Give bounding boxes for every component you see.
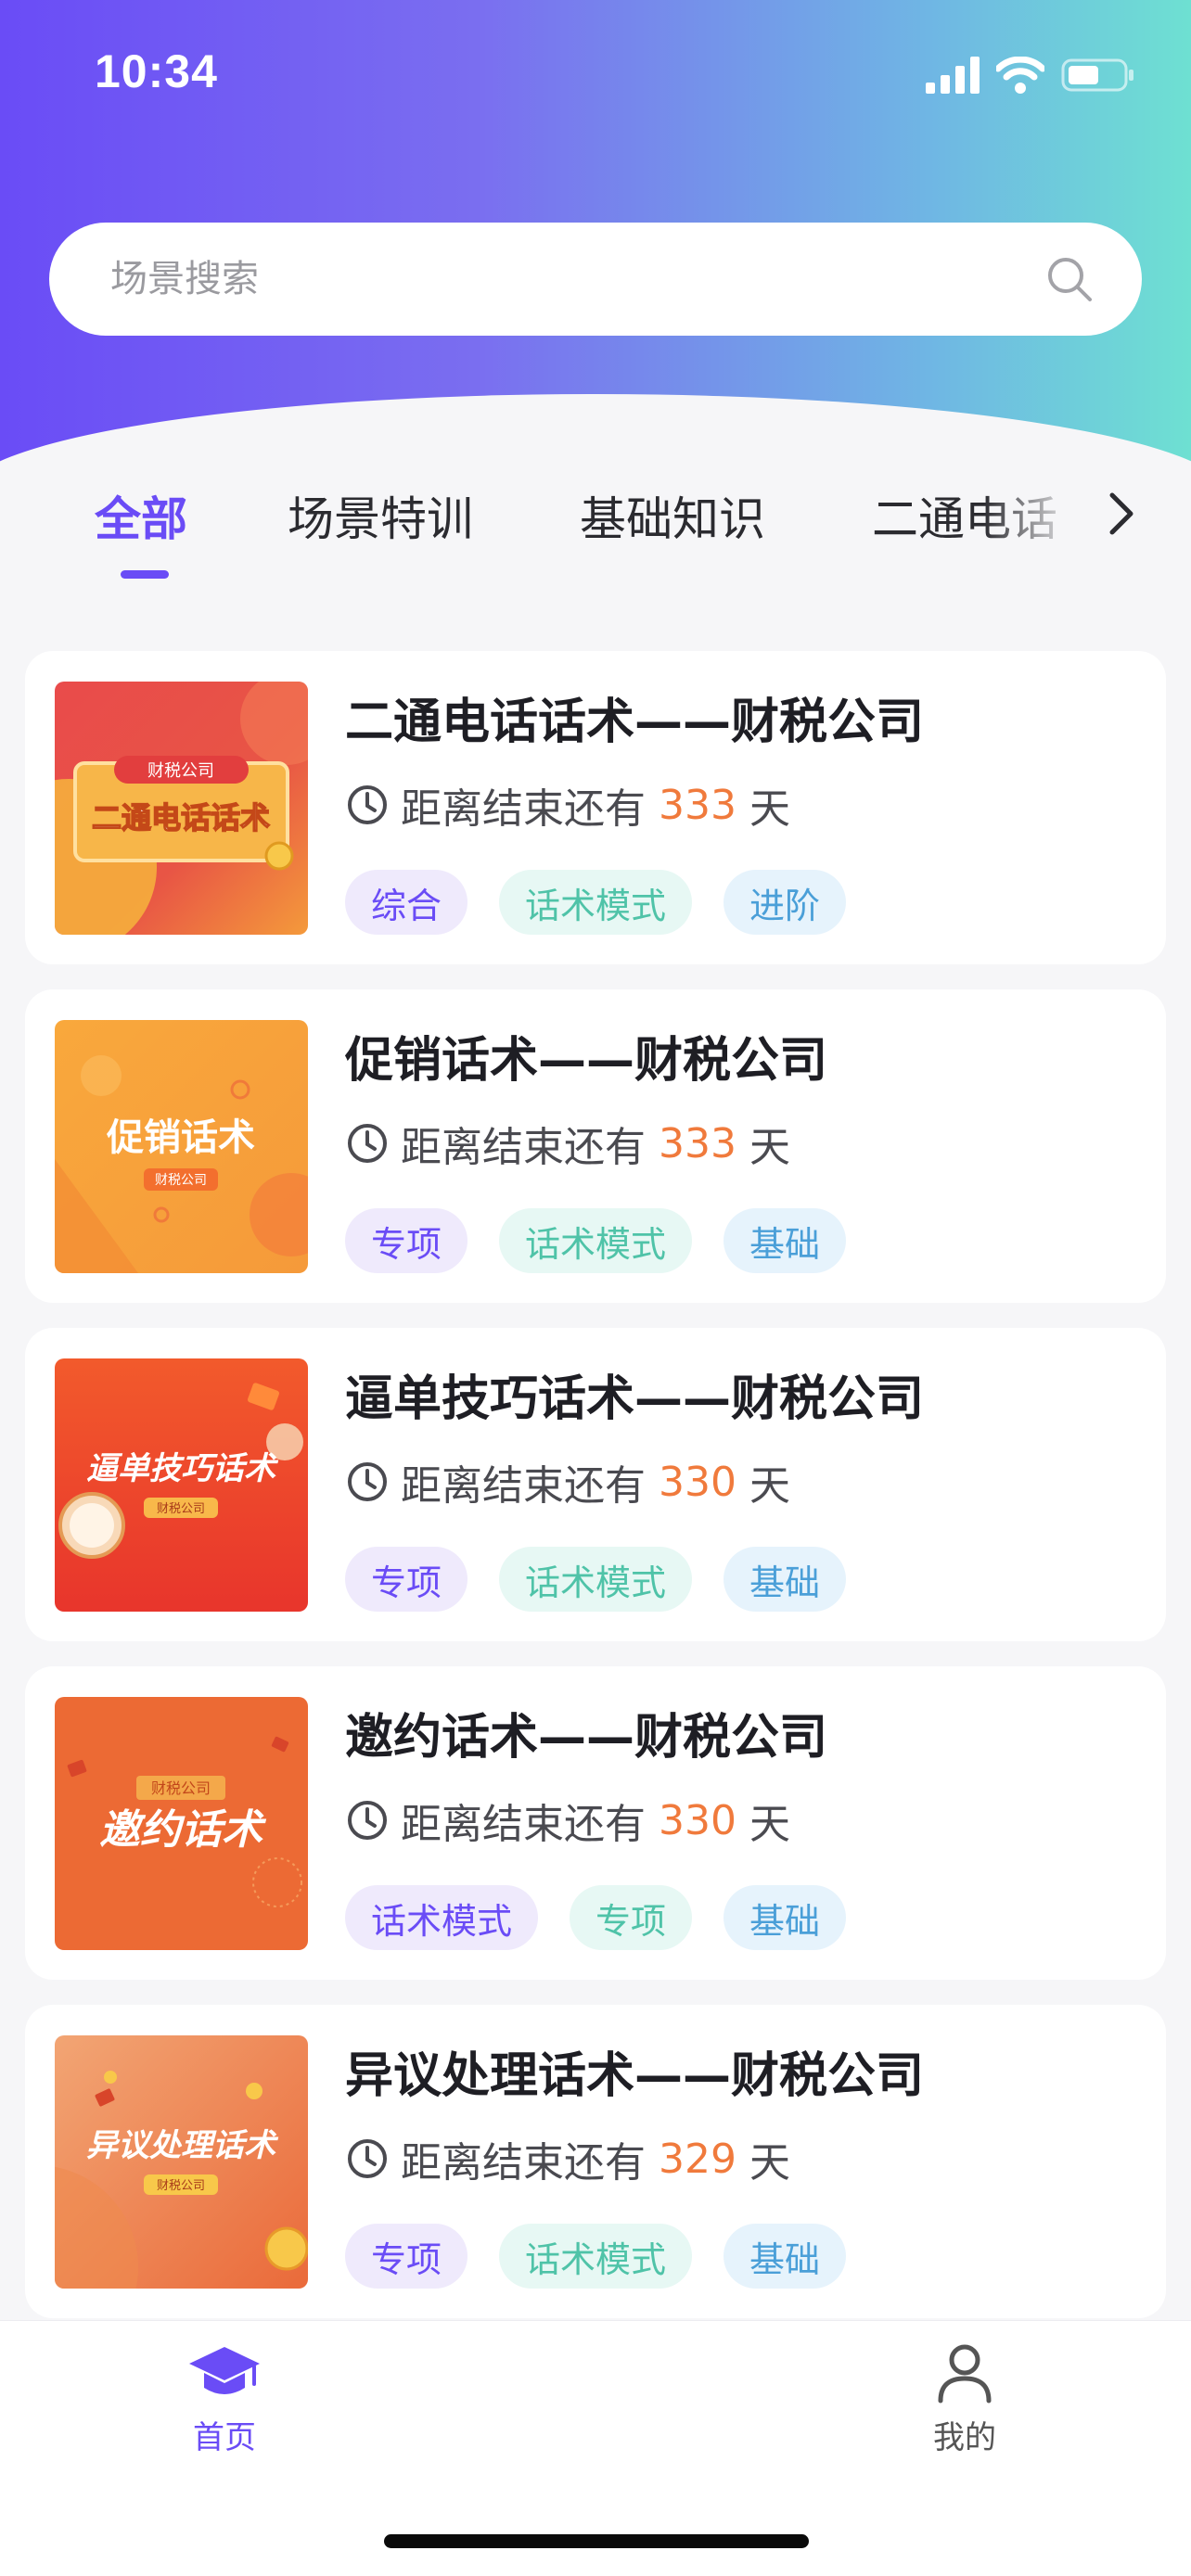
days-remaining: 333 [659,1119,736,1167]
scenario-thumbnail: 异议处理话术 财税公司 [55,2035,308,2289]
tag: 基础 [724,1208,847,1273]
countdown-suffix: 天 [749,785,790,833]
tag: 专项 [345,1208,468,1273]
wifi-icon [996,57,1044,94]
countdown-suffix: 天 [749,1462,790,1510]
tag: 话术模式 [499,870,693,935]
countdown-prefix: 距离结束还有 [401,1801,646,1848]
thumbnail-caption: 财税公司 [147,761,214,781]
clock-icon [348,1462,387,1501]
clock-icon [348,2139,387,2178]
tag: 话术模式 [499,1547,693,1612]
thumbnail-caption: 财税公司 [157,1502,205,1516]
days-remaining: 330 [659,1796,736,1844]
clock-icon [348,1124,387,1163]
thumbnail-title: 促销话术 [106,1116,255,1159]
scenario-title: 促销话术——财税公司 [345,1033,828,1089]
tag: 专项 [345,2224,468,2289]
scenario-card[interactable]: 财税公司 二通电话话术 二通电话话术——财税公司 距离结束还有 333 天 综合… [25,651,1166,964]
days-remaining: 330 [659,1458,736,1506]
tag: 进阶 [724,870,847,935]
thumbnail-title: 逼单技巧话术 [86,1450,279,1487]
tag-group: 综合 话术模式 进阶 [345,870,847,935]
scenario-thumbnail: 逼单技巧话术 财税公司 [55,1358,308,1612]
thumbnail-title: 二通电话话术 [92,800,270,835]
tag: 综合 [345,870,468,935]
scenario-thumbnail: 促销话术 财税公司 [55,1020,308,1273]
tag: 基础 [724,1885,847,1950]
countdown: 距离结束还有 330 天 [345,1792,790,1848]
tab-fade [983,464,1095,566]
clock-icon [348,785,387,824]
countdown: 距离结束还有 333 天 [345,1116,790,1171]
scenario-card[interactable]: 异议处理话术 财税公司 异议处理话术——财税公司 距离结束还有 329 天 专项… [25,2005,1166,2318]
tag: 话术模式 [499,2224,693,2289]
tag: 话术模式 [499,1208,693,1273]
countdown-prefix: 距离结束还有 [401,1462,646,1510]
thumbnail-title: 邀约话术 [99,1806,267,1854]
nav-mine[interactable]: 我的 [872,2340,1057,2479]
thumbnail-caption: 财税公司 [155,1173,207,1188]
scenario-title: 邀约话术——财税公司 [345,1710,828,1766]
thumbnail-caption: 财税公司 [157,2179,205,2193]
active-tab-indicator [121,570,169,579]
tag: 专项 [570,1885,693,1950]
tag-group: 专项 话术模式 基础 [345,2224,847,2289]
tag: 话术模式 [345,1885,539,1950]
scenario-card[interactable]: 财税公司 邀约话术 邀约话术——财税公司 距离结束还有 330 天 话术模式 专… [25,1666,1166,1980]
scenario-title: 逼单技巧话术——财税公司 [345,1371,925,1427]
search-input[interactable] [110,258,1044,300]
countdown: 距离结束还有 330 天 [345,1454,790,1510]
nav-home[interactable]: 首页 [132,2340,317,2479]
chevron-right-icon[interactable] [1099,486,1146,542]
clock-icon [348,1801,387,1840]
scenario-thumbnail: 财税公司 邀约话术 [55,1697,308,1950]
countdown: 距离结束还有 329 天 [345,2131,790,2187]
thumbnail-caption: 财税公司 [151,1779,211,1797]
countdown-prefix: 距离结束还有 [401,1124,646,1171]
signal-icon [926,57,980,94]
scenario-card[interactable]: 逼单技巧话术 财税公司 逼单技巧话术——财税公司 距离结束还有 330 天 专项… [25,1328,1166,1641]
tag-group: 话术模式 专项 基础 [345,1885,847,1950]
status-bar: 10:34 [0,0,1191,139]
countdown-suffix: 天 [749,1801,790,1848]
nav-mine-label: 我的 [933,2419,996,2456]
battery-icon [1061,58,1133,92]
countdown-suffix: 天 [749,1124,790,1171]
tag: 专项 [345,1547,468,1612]
user-icon [938,2344,992,2404]
category-tabs: 全部 场景特训 基础知识 二通电话 [0,464,1191,603]
graduation-cap-icon [189,2347,260,2394]
scenario-title: 二通电话话术——财税公司 [345,695,925,750]
tab-basic-knowledge[interactable]: 基础知识 [580,482,765,549]
scenario-thumbnail: 财税公司 二通电话话术 [55,682,308,935]
home-indicator [384,2534,809,2548]
tag-group: 专项 话术模式 基础 [345,1547,847,1612]
countdown-prefix: 距离结束还有 [401,785,646,833]
days-remaining: 329 [659,2135,736,2183]
status-time: 10:34 [95,45,218,97]
scenario-card[interactable]: 促销话术 财税公司 促销话术——财税公司 距离结束还有 333 天 专项 话术模… [25,989,1166,1303]
tag: 基础 [724,2224,847,2289]
nav-home-label: 首页 [193,2419,256,2456]
tag: 基础 [724,1547,847,1612]
tag-group: 专项 话术模式 基础 [345,1208,847,1273]
search-icon[interactable] [1044,253,1095,305]
tab-scenario-training[interactable]: 场景特训 [288,482,473,549]
countdown-prefix: 距离结束还有 [401,2139,646,2187]
scenario-list: 财税公司 二通电话话术 二通电话话术——财税公司 距离结束还有 333 天 综合… [25,651,1166,2343]
status-icons [926,54,1135,96]
tab-all[interactable]: 全部 [95,482,187,549]
scenario-title: 异议处理话术——财税公司 [345,2048,925,2104]
countdown: 距离结束还有 333 天 [345,777,790,833]
days-remaining: 333 [659,781,736,829]
countdown-suffix: 天 [749,2139,790,2187]
thumbnail-title: 异议处理话术 [86,2127,279,2164]
search-bar[interactable] [49,223,1142,336]
